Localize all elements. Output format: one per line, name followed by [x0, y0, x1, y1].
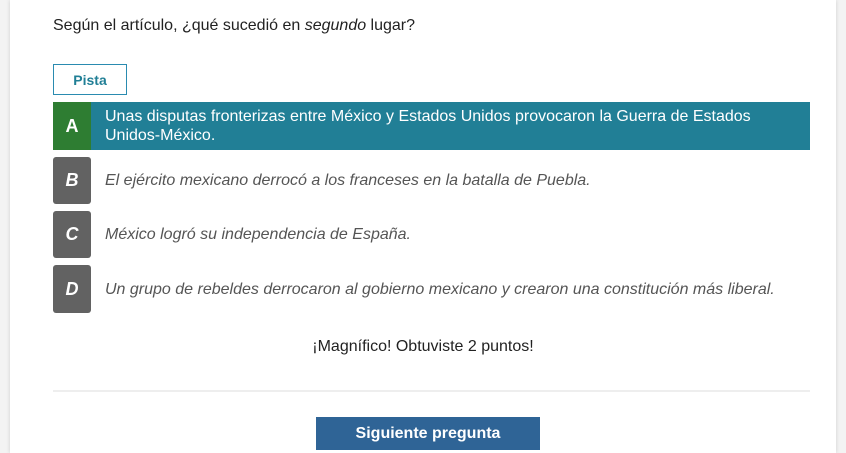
- question-card: Según el artículo, ¿qué sucedió en segun…: [10, 0, 836, 453]
- option-text: Un grupo de rebeldes derrocaron al gobie…: [105, 280, 775, 298]
- hint-button[interactable]: Pista: [53, 64, 127, 95]
- option-b[interactable]: B El ejército mexicano derrocó a los fra…: [53, 157, 810, 204]
- question-text: Según el artículo, ¿qué sucedió en segun…: [53, 17, 415, 35]
- question-text-start: Según el artículo, ¿qué sucedió en: [53, 17, 305, 34]
- option-letter: D: [53, 265, 91, 313]
- option-a[interactable]: A Unas disputas fronterizas entre México…: [53, 102, 810, 150]
- question-text-end: lugar?: [366, 17, 416, 34]
- option-text: México logró su independencia de España.: [105, 226, 411, 243]
- option-letter: B: [53, 157, 91, 204]
- option-text: El ejército mexicano derrocó a los franc…: [105, 172, 591, 189]
- feedback-message: ¡Magnífico! Obtuviste 2 puntos!: [312, 338, 534, 355]
- option-letter: A: [53, 102, 91, 150]
- option-text: Unas disputas fronterizas entre México y…: [105, 108, 751, 144]
- next-question-button[interactable]: Siguiente pregunta: [316, 417, 540, 450]
- question-emphasis: segundo: [304, 17, 367, 34]
- option-d[interactable]: D Un grupo de rebeldes derrocaron al gob…: [53, 265, 810, 313]
- option-letter: C: [53, 211, 91, 258]
- divider: [53, 390, 810, 392]
- option-c[interactable]: C México logró su independencia de Españ…: [53, 211, 810, 258]
